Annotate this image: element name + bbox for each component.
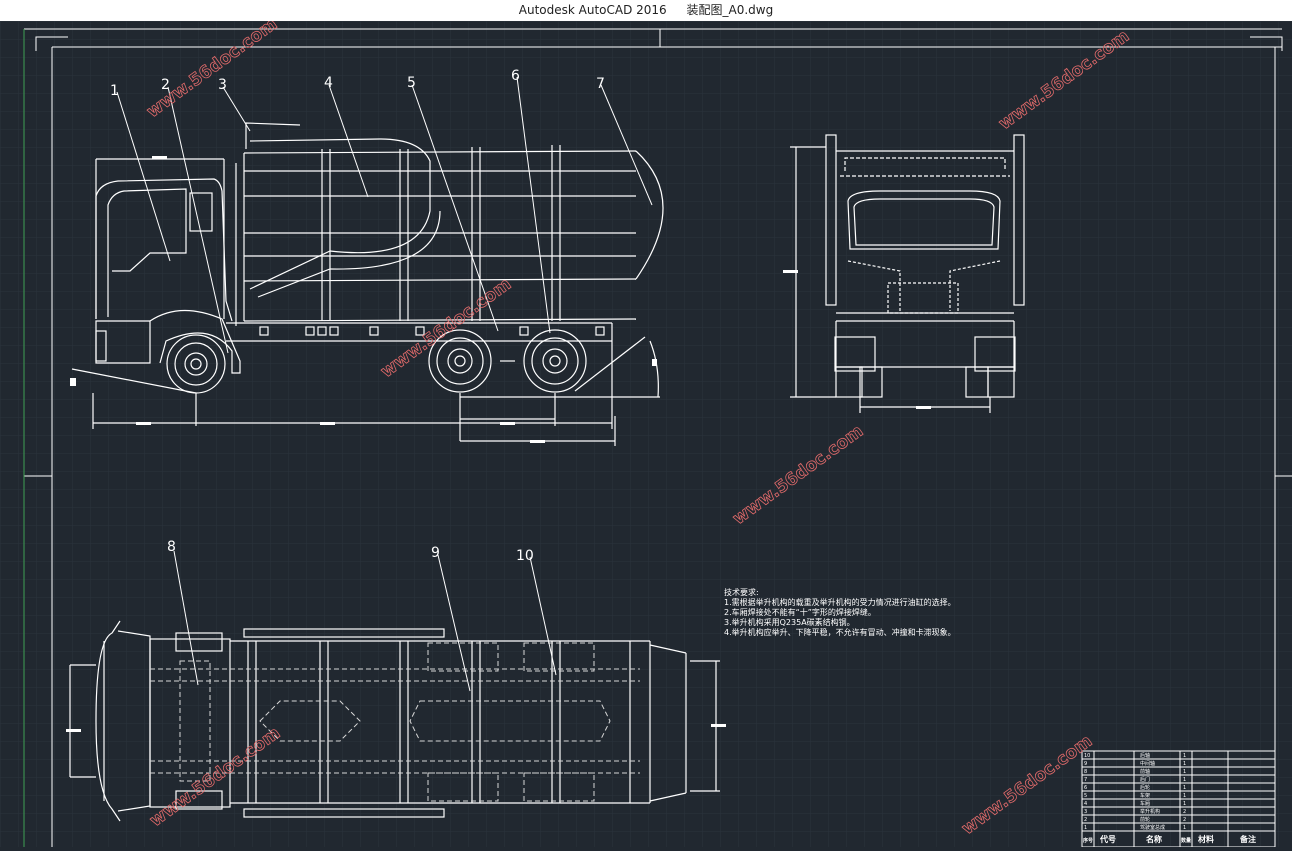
bom-row-qty: 1 (1183, 825, 1186, 831)
bom-row-name: 车架 (1140, 792, 1150, 799)
balloon-5: 5 (407, 75, 416, 91)
balloon-3: 3 (218, 77, 227, 93)
bom-row-no: 8 (1084, 769, 1087, 775)
grid-background (0, 21, 1292, 847)
window-title-bar: Autodesk AutoCAD 2016 装配图_A0.dwg (0, 0, 1292, 21)
bom-row-qty: 1 (1183, 753, 1186, 759)
bom-row-qty: 2 (1183, 809, 1186, 815)
balloon-8: 8 (167, 539, 176, 555)
bom-row-no: 1 (1084, 825, 1087, 831)
bom-row-qty: 1 (1183, 793, 1186, 799)
bom-row-no: 6 (1084, 785, 1087, 791)
bom-row-name: 中间轴 (1140, 760, 1155, 767)
bom-row-qty: 1 (1183, 769, 1186, 775)
balloon-9: 9 (431, 545, 440, 561)
bom-row-no: 3 (1084, 809, 1087, 815)
bom-row-qty: 2 (1183, 817, 1186, 823)
drawing-canvas[interactable]: 1 2 3 4 5 6 7 8 9 10 技术要求: 1.需根据举升机构的载重及… (0, 14, 1292, 848)
bom-header-name: 名称 (1146, 834, 1162, 844)
bom-row-name: 驾驶室总成 (1140, 824, 1165, 831)
bom-row-name: 举升机构 (1140, 808, 1160, 815)
bom-row-no: 9 (1084, 761, 1087, 767)
bom-row-name: 后轮 (1140, 784, 1150, 791)
tech-line-1: 1.需根据举升机构的载重及举升机构的受力情况进行油缸的选择。 (724, 597, 956, 607)
balloon-1: 1 (110, 83, 119, 99)
balloon-10: 10 (516, 548, 534, 564)
balloon-6: 6 (511, 68, 520, 84)
bom-header-no: 序号 (1082, 837, 1093, 844)
bom-header-material: 材料 (1198, 834, 1214, 844)
bom-row-name: 后门 (1140, 776, 1150, 783)
tech-line-3: 3.举升机构采用Q235A碳素结构钢。 (724, 617, 855, 627)
bom-row-no: 5 (1084, 793, 1087, 799)
bom-row-qty: 1 (1183, 761, 1186, 767)
bom-header-remark: 备注 (1239, 834, 1256, 844)
bom-row-qty: 1 (1183, 777, 1186, 783)
bom-row-no: 2 (1084, 817, 1087, 823)
bom-row-name: 前轮 (1140, 816, 1150, 823)
file-name: 装配图_A0.dwg (686, 3, 774, 17)
bom-row-qty: 1 (1183, 785, 1186, 791)
bom-row-name: 后轴 (1140, 752, 1150, 759)
tech-title: 技术要求: (724, 587, 759, 597)
bom-row-name: 前轴 (1140, 768, 1150, 775)
tech-line-4: 4.举升机构应举升、下降平稳，不允许有冒动、冲撞和卡滞现象。 (724, 627, 956, 637)
bom-header-code: 代号 (1099, 834, 1116, 844)
bom-row-name: 车厢 (1140, 800, 1150, 807)
bom-row-no: 4 (1084, 801, 1087, 807)
tech-line-2: 2.车厢焊接处不能有“十”字形的焊接焊缝。 (724, 607, 876, 617)
drawing-svg: 1 2 3 4 5 6 7 8 9 10 技术要求: 1.需根据举升机构的载重及… (0, 14, 1292, 848)
app-title: Autodesk AutoCAD 2016 (518, 3, 667, 17)
bom-header-qty: 数量 (1181, 837, 1191, 844)
balloon-7: 7 (596, 76, 605, 92)
bom-row-qty: 1 (1183, 801, 1186, 807)
bom-row-no: 7 (1084, 777, 1087, 783)
balloon-4: 4 (324, 75, 333, 91)
